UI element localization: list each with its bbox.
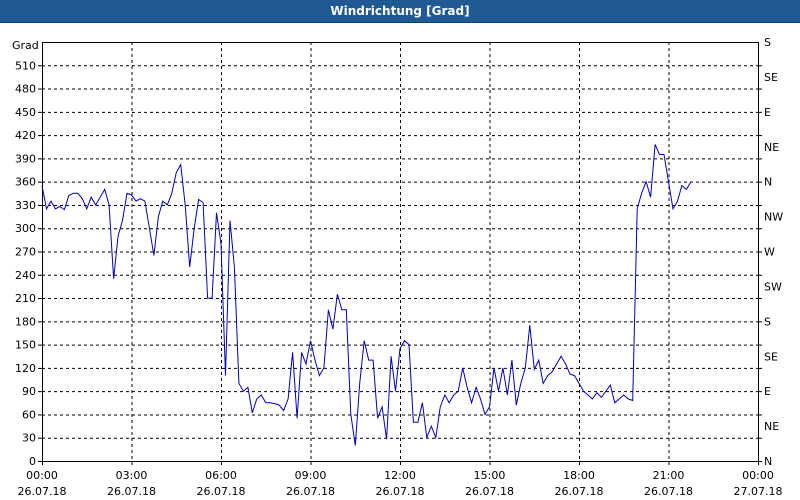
y-axis-label: Grad xyxy=(12,39,39,52)
right-axis-label: S xyxy=(764,315,771,328)
y-tick-label: 240 xyxy=(15,269,36,282)
y-tick-label: 210 xyxy=(15,292,36,305)
y-tick-label: 420 xyxy=(15,129,36,142)
y-tick-label: 150 xyxy=(15,339,36,352)
x-tick-time-label: 21:00 xyxy=(653,469,685,482)
y-tick-label: 120 xyxy=(15,362,36,375)
x-tick-time-label: 18:00 xyxy=(563,469,595,482)
y-tick-label: 30 xyxy=(22,432,36,445)
x-tick-date-label: 26.07.18 xyxy=(644,485,693,498)
y-tick-label: 480 xyxy=(15,83,36,96)
y-tick-label: 0 xyxy=(29,455,36,468)
right-axis-label: SE xyxy=(764,350,778,363)
x-tick-time-label: 12:00 xyxy=(384,469,416,482)
right-axis-label: NW xyxy=(764,211,783,224)
right-axis-label: W xyxy=(764,246,775,259)
x-tick-date-label: 26.07.18 xyxy=(18,485,67,498)
x-tick-date-label: 26.07.18 xyxy=(555,485,604,498)
wind-direction-chart: 0 30 60 90 120 150 180 210 240 270 300 330 360 390 420… xyxy=(12,36,783,498)
y-tick-label: 60 xyxy=(22,408,36,421)
x-tick-time-label: 00:00 xyxy=(742,469,774,482)
tick-labels: 0 30 60 90 120 150 180 210 240 270 300 330 360 390 420… xyxy=(12,36,783,498)
y-tick-label: 450 xyxy=(15,106,36,119)
right-axis-label: S xyxy=(764,36,771,49)
right-axis-label: N xyxy=(764,455,772,468)
x-tick-time-label: 00:00 xyxy=(26,469,58,482)
y-tick-label: 270 xyxy=(15,246,36,259)
x-tick-time-label: 06:00 xyxy=(205,469,237,482)
right-axis-label: E xyxy=(764,385,771,398)
y-tick-label: 390 xyxy=(15,152,36,165)
x-tick-date-label: 27.07.18 xyxy=(734,485,783,498)
right-axis-label: SW xyxy=(764,280,782,293)
right-axis-label: N xyxy=(764,176,772,189)
right-axis-label: E xyxy=(764,106,771,119)
x-tick-date-label: 26.07.18 xyxy=(286,485,335,498)
right-axis-label: NE xyxy=(764,141,779,154)
x-tick-date-label: 26.07.18 xyxy=(465,485,514,498)
x-tick-time-label: 09:00 xyxy=(295,469,327,482)
series-line xyxy=(41,144,692,446)
x-tick-date-label: 26.07.18 xyxy=(197,485,246,498)
x-tick-date-label: 26.07.18 xyxy=(107,485,156,498)
right-axis-label: NE xyxy=(764,420,779,433)
y-tick-label: 300 xyxy=(15,222,36,235)
x-tick-time-label: 15:00 xyxy=(474,469,506,482)
y-tick-label: 180 xyxy=(15,315,36,328)
grid xyxy=(42,42,758,461)
x-tick-date-label: 26.07.18 xyxy=(376,485,425,498)
series-line-group xyxy=(41,144,692,446)
y-tick-label: 90 xyxy=(22,385,36,398)
x-tick-time-label: 03:00 xyxy=(116,469,148,482)
y-tick-label: 330 xyxy=(15,199,36,212)
y-tick-label: 360 xyxy=(15,176,36,189)
y-tick-label: 510 xyxy=(15,59,36,72)
right-axis-label: SE xyxy=(764,71,778,84)
